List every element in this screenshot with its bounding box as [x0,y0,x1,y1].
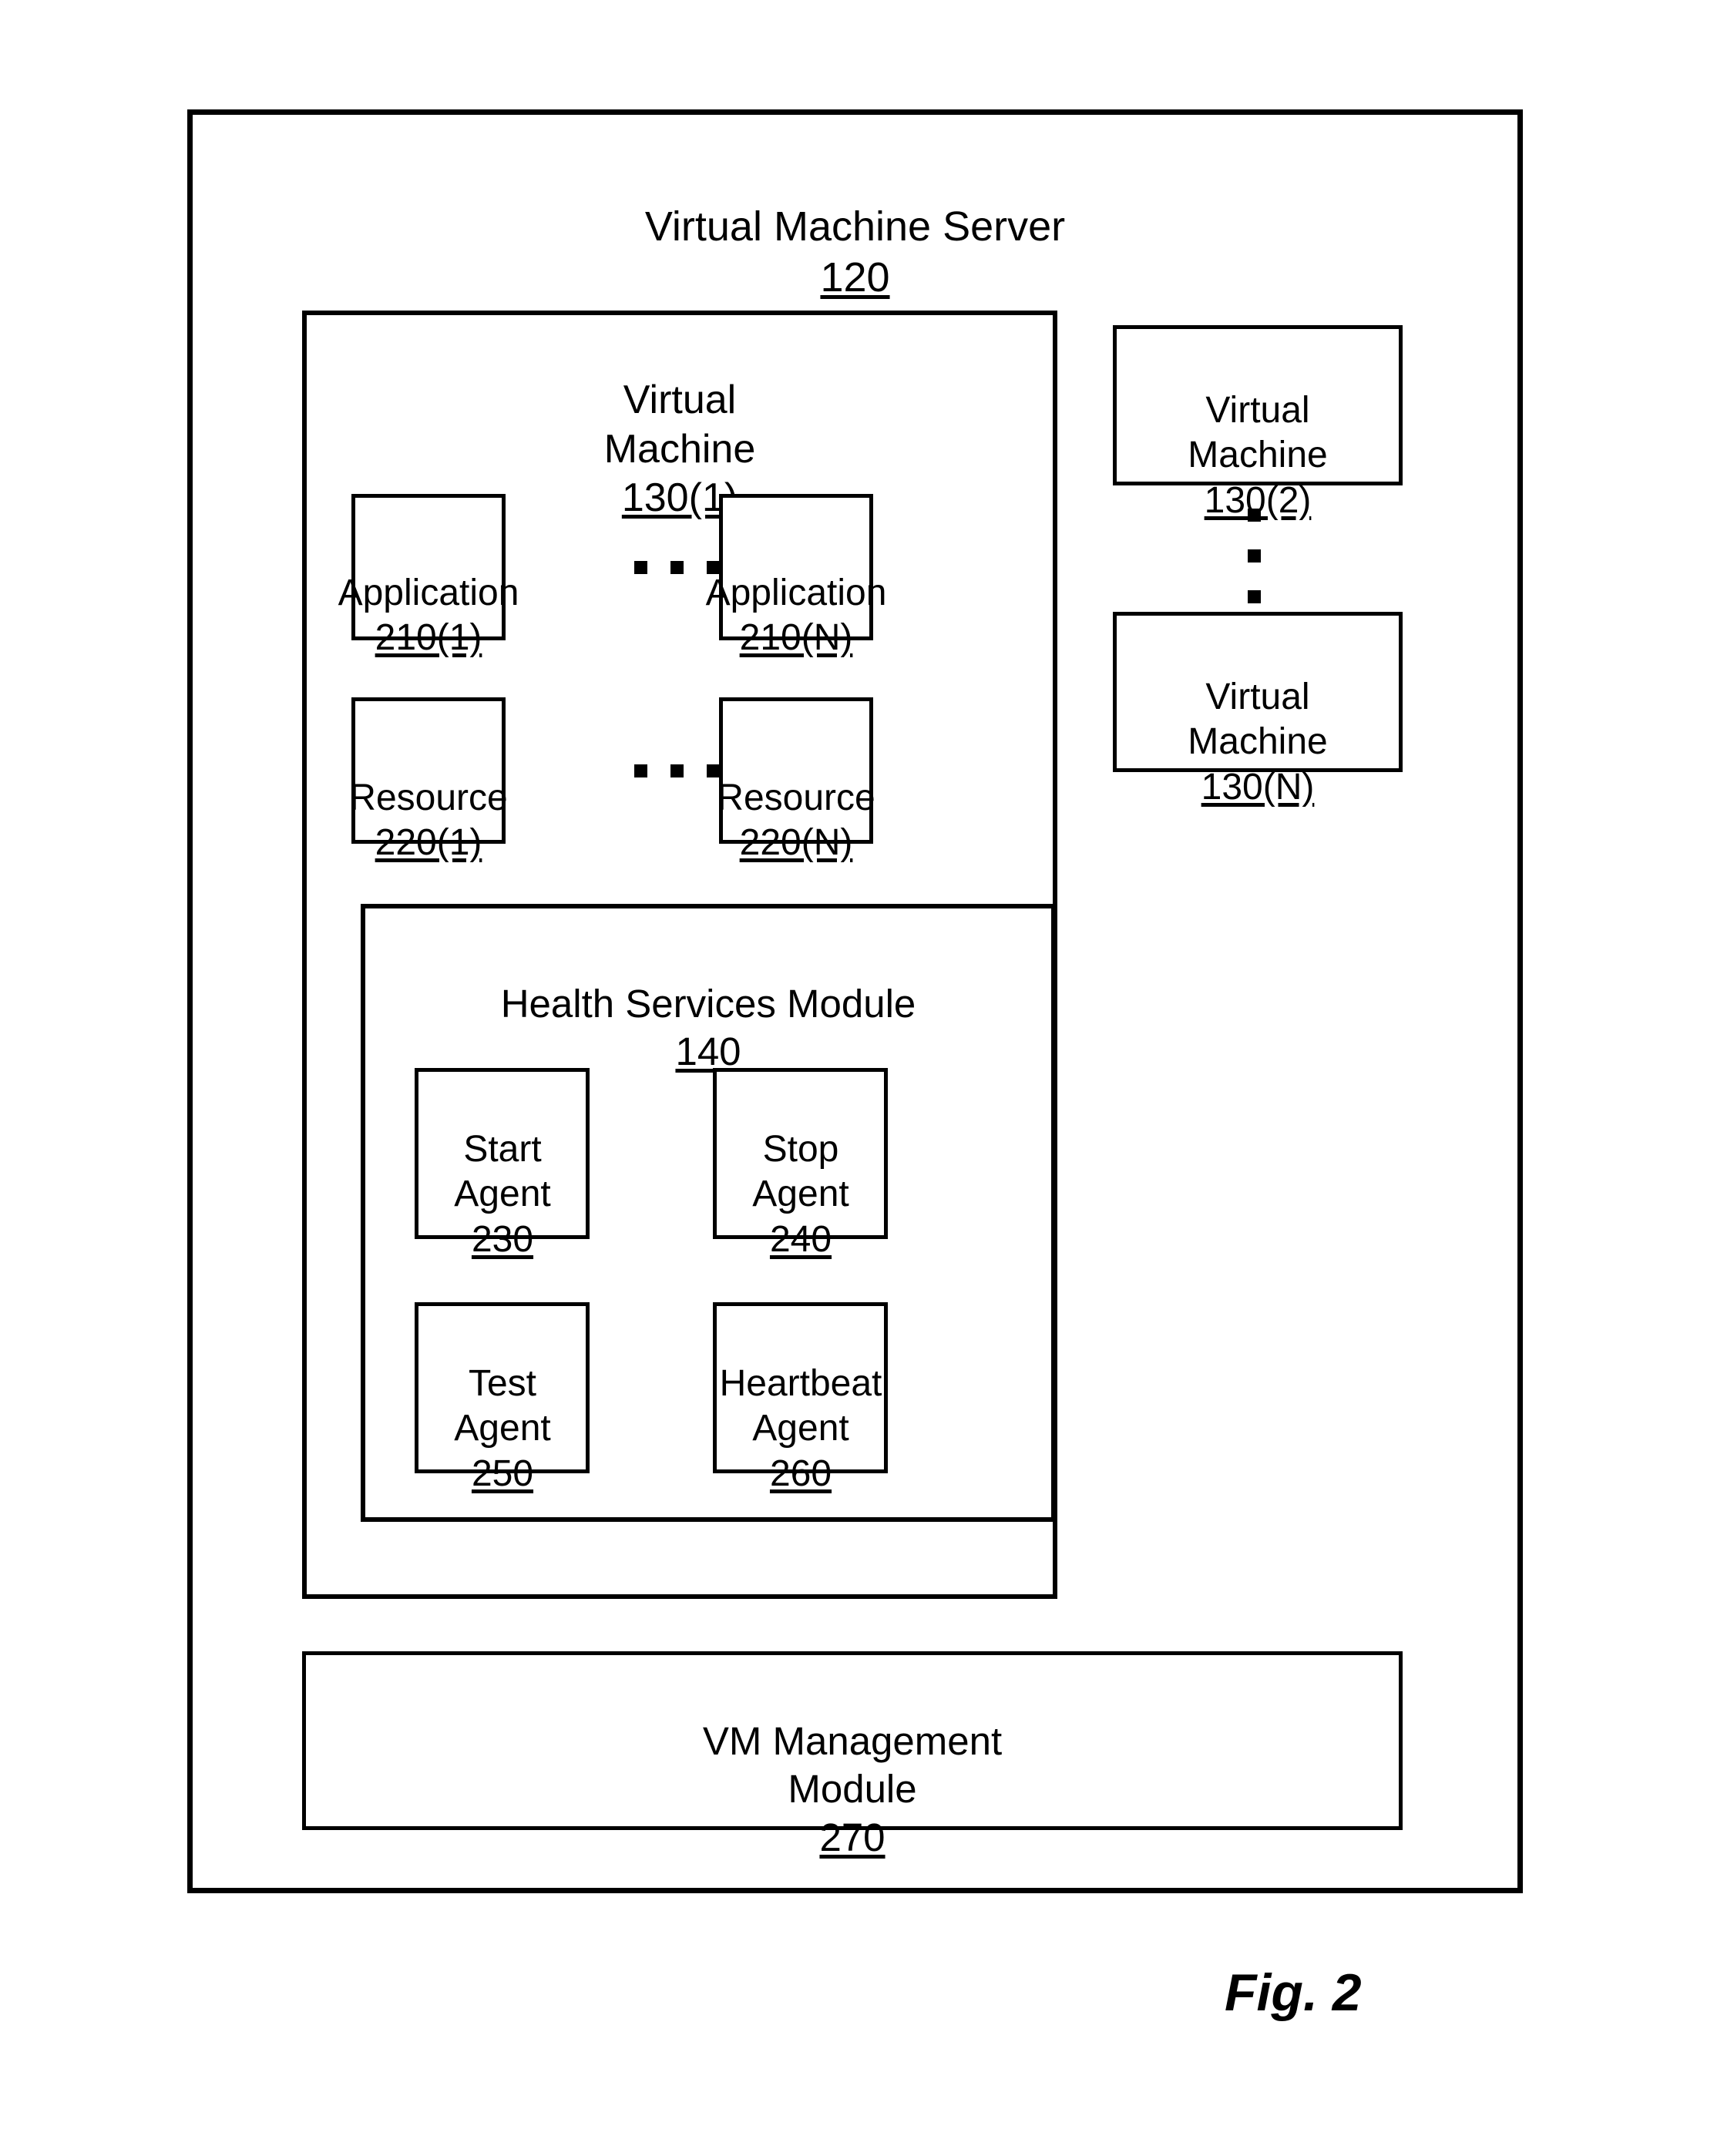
vmn-reference-numeral: 130(N) [1201,766,1315,808]
ellipsis-dot [1248,549,1261,563]
virtual-machine-130-n-label: Virtual Machine 130(N) [1113,630,1403,855]
ellipsis-dot [1248,590,1261,603]
resource-220-1-label: Resource 220(1) [305,730,552,911]
vm1-title-text: Virtual Machine [603,378,756,472]
server-reference-numeral: 120 [820,254,890,301]
heartbeat-agent-label: Heartbeat Agent 260 [685,1316,916,1542]
ellipsis-dot [1248,509,1261,522]
figure-caption: Fig. 2 [1225,1963,1362,2022]
vm2-title-text: Virtual Machine [1188,389,1328,476]
resource-220-n-title: Resource [717,777,875,818]
application-210-1-title: Application [338,572,519,613]
heartbeat-agent-reference-numeral: 260 [769,1452,832,1494]
start-agent-label: Start Agent 230 [387,1082,618,1308]
stop-agent-title: Stop Agent [752,1128,849,1215]
server-title-text: Virtual Machine Server [644,203,1066,250]
vm-management-module-title-text: VM Management Module [702,1719,1003,1812]
start-agent-title: Start Agent [454,1128,551,1215]
application-210-1-label: Application 210(1) [305,526,552,706]
application-210-1-reference-numeral: 210(1) [375,617,482,659]
test-agent-title: Test Agent [454,1362,551,1449]
application-210-n-label: Application 210(N) [673,526,919,706]
heartbeat-agent-title: Heartbeat Agent [719,1362,882,1449]
ellipsis-dot [634,764,647,777]
vmn-title-text: Virtual Machine [1188,676,1328,763]
figure-canvas: Virtual Machine Server 120 Virtual Machi… [0,0,1734,2156]
stop-agent-label: Stop Agent 240 [685,1082,916,1308]
health-services-module-title-text: Health Services Module [500,982,916,1026]
start-agent-reference-numeral: 230 [471,1218,534,1260]
application-210-n-reference-numeral: 210(N) [739,617,853,659]
stop-agent-reference-numeral: 240 [769,1218,832,1260]
test-agent-reference-numeral: 250 [471,1452,534,1494]
resource-220-1-reference-numeral: 220(1) [375,822,482,864]
virtual-machines-vertical-ellipsis [1248,509,1261,603]
vm-management-module-reference-numeral: 270 [819,1815,885,1859]
resource-220-n-reference-numeral: 220(N) [739,822,853,864]
ellipsis-dot [634,561,647,574]
vm-management-module-title: VM Management Module 270 [302,1670,1403,1909]
test-agent-label: Test Agent 250 [387,1316,618,1542]
resource-220-n-label: Resource 220(N) [673,730,919,911]
resource-220-1-title: Resource [349,777,508,818]
application-210-n-title: Application [705,572,887,613]
